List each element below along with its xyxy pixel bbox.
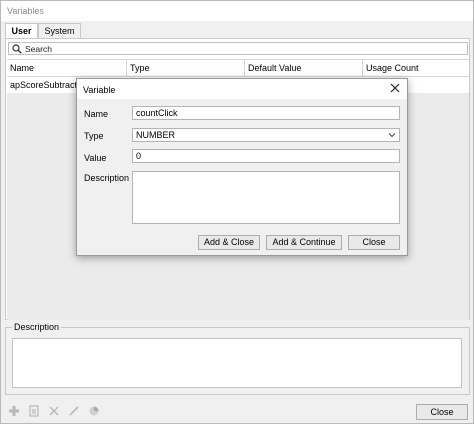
copy-icon[interactable]	[27, 404, 41, 418]
close-button[interactable]: Close	[416, 404, 468, 420]
window-titlebar: Variables	[1, 1, 473, 21]
variable-dialog: Variable Name countClick Type NUMBER Val…	[76, 78, 408, 256]
add-continue-button[interactable]: Add & Continue	[266, 235, 342, 250]
dialog-close-button[interactable]: Close	[348, 235, 400, 250]
description-box[interactable]	[12, 338, 462, 388]
tab-system[interactable]: System	[38, 23, 81, 38]
search-placeholder: Search	[25, 44, 52, 54]
edit-icon[interactable]	[67, 404, 81, 418]
type-select-value: NUMBER	[136, 130, 176, 140]
name-field[interactable]: countClick	[132, 106, 400, 120]
value-label: Value	[84, 153, 107, 163]
table-header: Name Type Default Value Usage Count	[7, 60, 469, 77]
dialog-titlebar: Variable	[77, 79, 407, 99]
search-icon	[12, 44, 22, 54]
tab-user[interactable]: User	[5, 23, 38, 38]
column-header-type[interactable]: Type	[127, 60, 245, 76]
column-header-usage-count[interactable]: Usage Count	[363, 60, 469, 76]
row-name: apScoreSubtract	[10, 80, 78, 90]
variables-window: Variables User System Search Name Type D…	[0, 0, 474, 424]
chevron-down-icon	[388, 133, 396, 138]
type-select[interactable]: NUMBER	[132, 128, 400, 142]
delete-icon[interactable]	[47, 404, 61, 418]
search-input[interactable]: Search	[8, 42, 468, 55]
add-close-button[interactable]: Add & Close	[198, 235, 260, 250]
window-title: Variables	[7, 6, 44, 16]
column-header-default-value[interactable]: Default Value	[245, 60, 363, 76]
chart-icon[interactable]	[87, 404, 101, 418]
name-label: Name	[84, 109, 109, 119]
description-group: Description	[5, 322, 470, 395]
description-legend: Description	[12, 322, 62, 332]
value-field[interactable]: 0	[132, 149, 400, 163]
add-icon[interactable]	[7, 404, 21, 418]
close-icon[interactable]	[389, 82, 401, 94]
description-label: Description	[84, 173, 130, 183]
column-header-name[interactable]: Name	[7, 60, 127, 76]
type-label: Type	[84, 131, 104, 141]
description-field[interactable]	[132, 171, 400, 224]
dialog-title: Variable	[83, 85, 116, 95]
